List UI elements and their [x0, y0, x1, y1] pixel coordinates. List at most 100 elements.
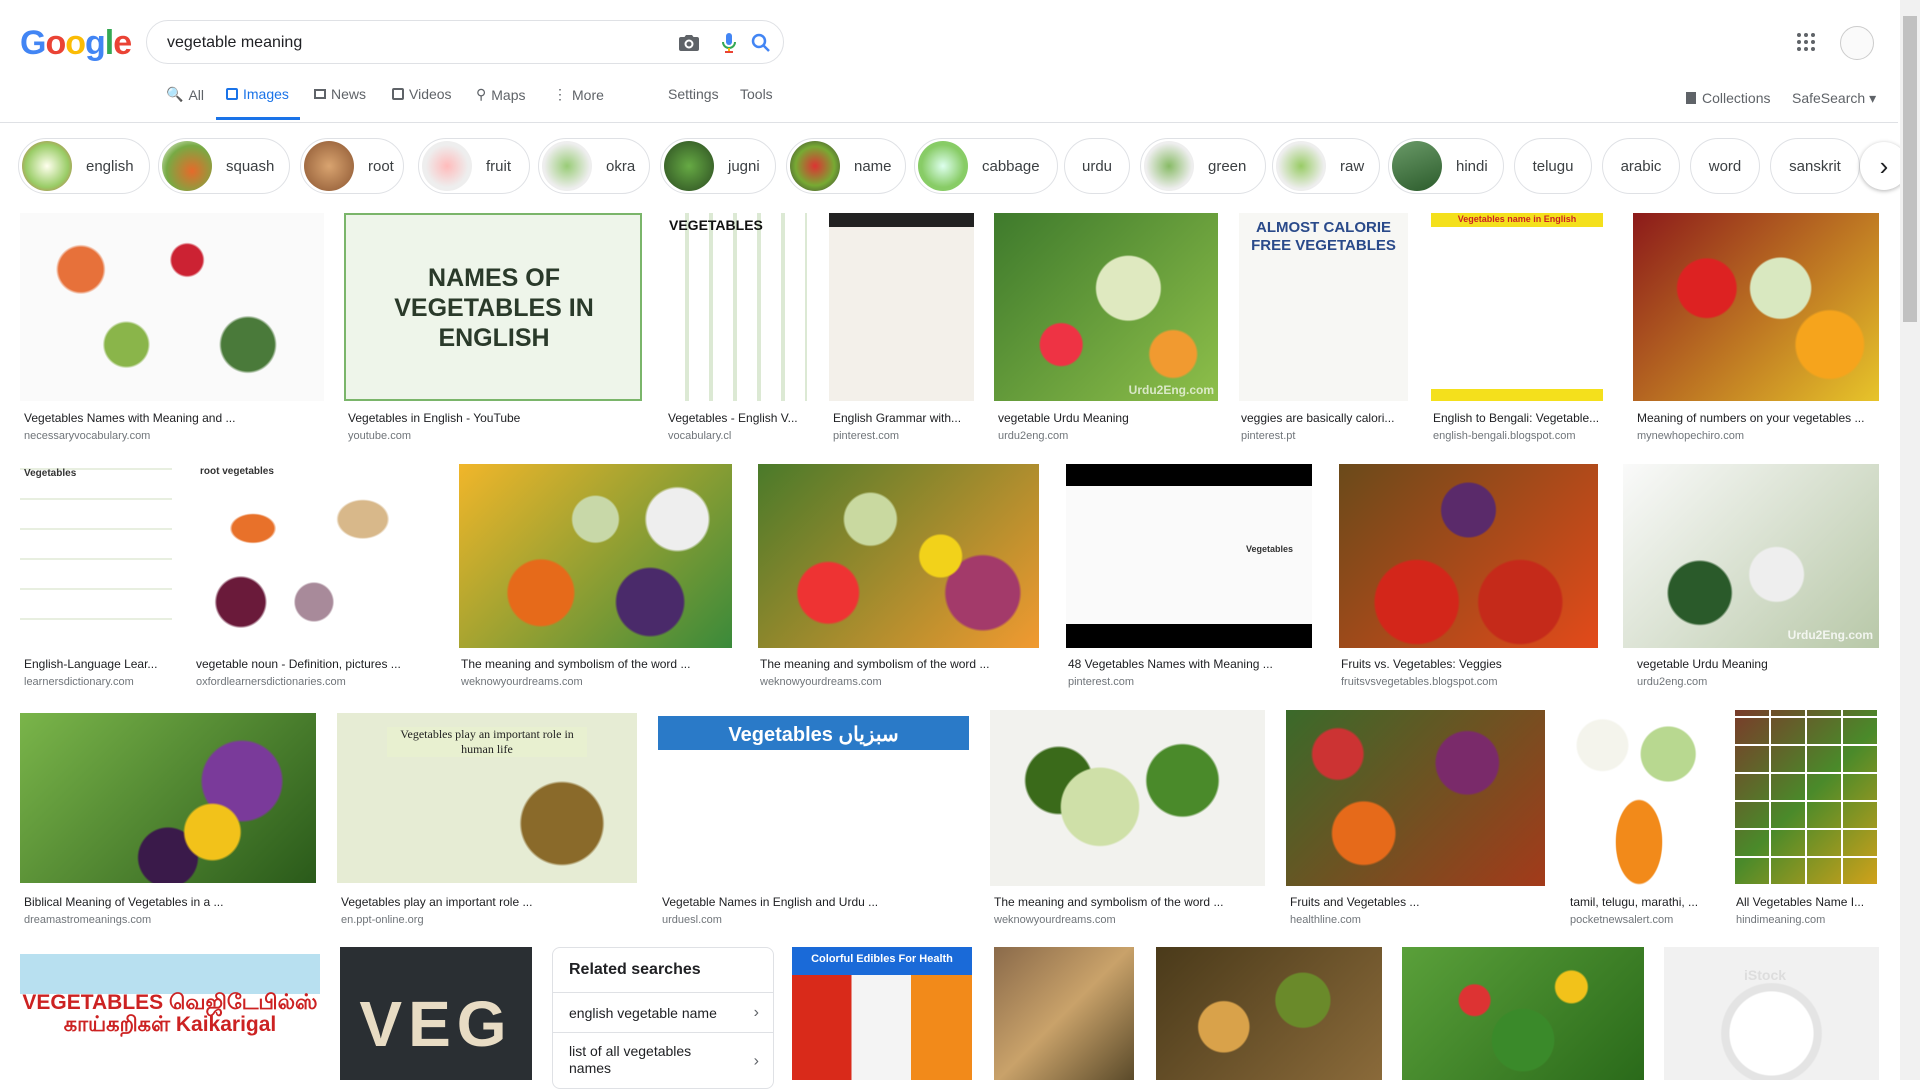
result-source: necessaryvocabulary.com: [24, 430, 151, 442]
image-result[interactable]: Vegetables: [20, 464, 172, 648]
avatar[interactable]: [1840, 26, 1874, 60]
image-overlay-text: VEGETABLES வெஜிடேபில்ஸ் காய்கறிகள் Kaika…: [22, 991, 318, 1036]
chip-hindi[interactable]: hindi: [1388, 138, 1504, 194]
image-result[interactable]: root vegetables: [192, 464, 436, 648]
tab-images[interactable]: Images: [226, 86, 289, 102]
chip-fruit[interactable]: fruit: [418, 138, 530, 194]
chip-urdu[interactable]: urdu: [1064, 138, 1130, 194]
result-title[interactable]: tamil, telugu, marathi, ...: [1570, 895, 1710, 909]
chip-telugu[interactable]: telugu: [1514, 138, 1592, 194]
tab-maps[interactable]: ⚲ Maps: [476, 86, 526, 103]
chip-name[interactable]: name: [786, 138, 906, 194]
chip-cabbage[interactable]: cabbage: [914, 138, 1058, 194]
result-title[interactable]: The meaning and symbolism of the word ..…: [994, 895, 1265, 909]
search-icon[interactable]: [749, 31, 773, 55]
result-title[interactable]: The meaning and symbolism of the word ..…: [461, 657, 732, 671]
chip-green[interactable]: green: [1140, 138, 1266, 194]
collections-link[interactable]: Collections: [1686, 90, 1770, 106]
result-title[interactable]: veggies are basically calori...: [1241, 411, 1407, 425]
image-result[interactable]: [459, 464, 732, 648]
result-title[interactable]: Fruits vs. Vegetables: Veggies: [1341, 657, 1598, 671]
image-result[interactable]: [1339, 464, 1598, 648]
image-result[interactable]: Vegetables name in English: [1431, 213, 1603, 401]
tab-news[interactable]: News: [314, 86, 366, 102]
tab-all[interactable]: 🔍 All: [166, 86, 204, 103]
chip-word[interactable]: word: [1690, 138, 1760, 194]
result-source: en.ppt-online.org: [341, 914, 424, 926]
chip-jugni[interactable]: jugni: [660, 138, 776, 194]
image-result[interactable]: Vegetables: [1066, 464, 1312, 648]
result-title[interactable]: Vegetables Names with Meaning and ...: [24, 411, 324, 425]
image-result[interactable]: [1402, 947, 1644, 1080]
image-result[interactable]: Vegetables play an important role in hum…: [337, 713, 637, 883]
chip-sanskrit[interactable]: sanskrit: [1770, 138, 1860, 194]
scrollbar-thumb[interactable]: [1903, 16, 1917, 322]
chip-root[interactable]: root: [300, 138, 404, 194]
settings-link[interactable]: Settings: [668, 86, 719, 102]
result-title[interactable]: Vegetables - English V...: [668, 411, 806, 425]
result-source: weknowyourdreams.com: [461, 676, 583, 688]
camera-icon[interactable]: [677, 31, 701, 55]
chip-okra[interactable]: okra: [538, 138, 650, 194]
result-title[interactable]: The meaning and symbolism of the word ..…: [760, 657, 1039, 671]
image-result[interactable]: VEG: [340, 947, 532, 1080]
image-result[interactable]: [758, 464, 1039, 648]
image-result[interactable]: [1156, 947, 1382, 1080]
image-result[interactable]: ALMOST CALORIE FREE VEGETABLES: [1239, 213, 1408, 401]
result-source: urdu2eng.com: [1637, 676, 1708, 688]
safesearch-menu[interactable]: SafeSearch ▾: [1792, 90, 1876, 107]
microphone-icon[interactable]: [717, 31, 741, 55]
result-title[interactable]: vegetable Urdu Meaning: [1637, 657, 1879, 671]
chevron-right-icon: ›: [753, 1052, 759, 1069]
image-result[interactable]: Vegetables سبزیاں: [658, 716, 969, 886]
result-title[interactable]: English to Bengali: Vegetable...: [1433, 411, 1603, 425]
result-title[interactable]: Biblical Meaning of Vegetables in a ...: [24, 895, 316, 909]
result-title[interactable]: vegetable Urdu Meaning: [998, 411, 1218, 425]
chip-arabic[interactable]: arabic: [1602, 138, 1680, 194]
image-result[interactable]: [829, 213, 974, 401]
result-title[interactable]: English Grammar with...: [833, 411, 973, 425]
image-result[interactable]: [1286, 710, 1545, 886]
image-result[interactable]: VEGETABLES: [665, 213, 807, 401]
search-input[interactable]: [165, 31, 649, 55]
image-result[interactable]: [994, 947, 1134, 1080]
image-result[interactable]: [990, 710, 1265, 886]
apps-grid-icon[interactable]: [1794, 30, 1818, 54]
result-title[interactable]: 48 Vegetables Names with Meaning ...: [1068, 657, 1312, 671]
image-result[interactable]: VEGETABLES வெஜிடேபில்ஸ் காய்கறிகள் Kaika…: [20, 954, 320, 1080]
result-title[interactable]: Vegetable Names in English and Urdu ...: [662, 895, 969, 909]
tools-link[interactable]: Tools: [740, 86, 773, 102]
image-result[interactable]: [1633, 213, 1879, 401]
result-source: english-bengali.blogspot.com: [1433, 430, 1576, 442]
image-result[interactable]: [1566, 710, 1712, 886]
result-title[interactable]: Meaning of numbers on your vegetables ..…: [1637, 411, 1879, 425]
result-title[interactable]: Vegetables play an important role ...: [341, 895, 637, 909]
result-title[interactable]: English-Language Lear...: [24, 657, 172, 671]
related-search-item[interactable]: english vegetable name ›: [553, 992, 773, 1032]
search-box[interactable]: [146, 20, 784, 64]
image-result[interactable]: Colorful Edibles For Health: [792, 947, 972, 1080]
tab-more[interactable]: ⋮ More: [553, 86, 604, 103]
image-result[interactable]: NAMES OF VEGETABLES IN ENGLISH: [344, 213, 642, 401]
result-source: vocabulary.cl: [668, 430, 732, 442]
image-result[interactable]: iStock: [1664, 947, 1879, 1080]
image-result[interactable]: Urdu2Eng.com: [1623, 464, 1879, 648]
image-result[interactable]: [1733, 710, 1879, 886]
video-icon: [392, 88, 404, 100]
tab-videos[interactable]: Videos: [392, 86, 452, 102]
result-title[interactable]: All Vegetables Name I...: [1736, 895, 1879, 909]
image-result[interactable]: Urdu2Eng.com: [994, 213, 1218, 401]
chip-thumbnail: [1276, 141, 1326, 191]
news-icon: [314, 89, 326, 99]
result-title[interactable]: vegetable noun - Definition, pictures ..…: [196, 657, 436, 671]
image-result[interactable]: [20, 713, 316, 883]
chip-english[interactable]: english: [18, 138, 150, 194]
chip-squash[interactable]: squash: [158, 138, 290, 194]
image-overlay-text: Vegetables: [1246, 544, 1294, 554]
chip-raw[interactable]: raw: [1272, 138, 1380, 194]
google-logo[interactable]: Google: [20, 24, 132, 63]
result-source: pinterest.com: [833, 430, 900, 442]
result-title[interactable]: Fruits and Vegetables ...: [1290, 895, 1545, 909]
result-title[interactable]: Vegetables in English - YouTube: [348, 411, 642, 425]
image-result[interactable]: [20, 213, 324, 401]
